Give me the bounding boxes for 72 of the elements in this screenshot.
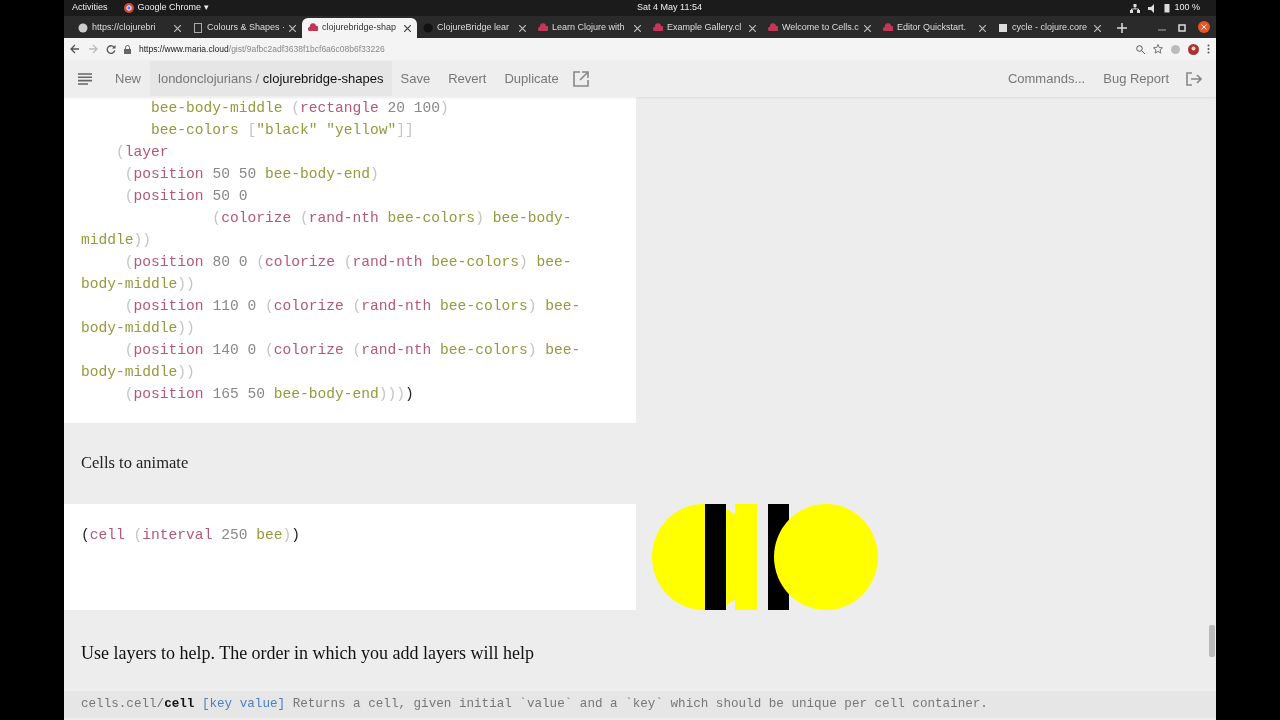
battery-icon [1164, 3, 1171, 13]
commands-button[interactable]: Commands... [998, 64, 1095, 93]
network-icon [1130, 3, 1141, 13]
code-line[interactable]: bee-colors ["black" "yellow"]] [81, 119, 619, 141]
cloud-icon [768, 23, 778, 33]
menu-icon[interactable] [78, 72, 92, 85]
code-line[interactable]: bee-body-middle (rectangle 20 100) [81, 97, 619, 119]
app-menu[interactable]: Google Chrome ▾ [137, 1, 209, 15]
code-line[interactable]: body-middle)) [81, 273, 619, 295]
close-icon[interactable] [1094, 24, 1101, 32]
browser-tab[interactable]: Welcome to Cells.c [762, 18, 877, 38]
code-line[interactable]: (position 80 0 (colorize (rand-nth bee-colors) bee- [81, 251, 619, 273]
code-line[interactable]: (layer [81, 141, 619, 163]
cloud-icon [883, 23, 893, 33]
code-line[interactable]: middle)) [81, 229, 619, 251]
cloud-icon [538, 23, 548, 33]
chrome-icon [123, 3, 134, 13]
close-icon[interactable] [634, 24, 641, 32]
star-icon[interactable] [1153, 44, 1163, 54]
new-button[interactable]: New [106, 64, 150, 93]
browser-tab[interactable]: clojurebridge-shap [302, 18, 417, 38]
circle-icon [423, 23, 433, 33]
browser-tab[interactable]: Example Gallery.cl [647, 18, 762, 38]
section-heading: Cells to animate [80, 452, 190, 474]
reload-icon[interactable] [106, 44, 116, 54]
doc-text: cells.cell/cell [key value] Returns a cell, given initial `value` and a `key` which should be unique per cell container. [64, 690, 1216, 718]
revert-button[interactable]: Revert [439, 64, 496, 93]
save-button[interactable]: Save [391, 64, 440, 93]
close-icon[interactable] [1198, 21, 1210, 33]
code-line[interactable]: (position 110 0 (colorize (rand-nth bee-colors) bee- [81, 295, 619, 317]
code-line[interactable]: (position 50 0 [81, 185, 619, 207]
zoom-icon[interactable] [1136, 44, 1145, 54]
code-line[interactable]: (colorize (rand-nth bee-colors) bee-body- [81, 207, 619, 229]
cloud-icon [308, 23, 318, 33]
paragraph: Use layers to help. The order in which you add layers will help [80, 641, 536, 665]
close-icon[interactable] [289, 24, 296, 32]
code-line[interactable]: body-middle)) [81, 361, 619, 383]
close-icon[interactable] [979, 24, 986, 32]
maximize-icon[interactable] [1178, 24, 1186, 32]
code-line[interactable]: body-middle)) [81, 317, 619, 339]
close-icon[interactable] [519, 24, 526, 32]
more-icon[interactable] [1207, 44, 1210, 54]
browser-tab[interactable]: cycle - clojure.core [992, 18, 1107, 38]
browser-tab[interactable]: Learn Clojure with [532, 18, 647, 38]
browser-tab[interactable]: Colours & Shapes · [187, 18, 302, 38]
code-line[interactable]: (position 50 50 bee-body-end) [81, 163, 619, 185]
lock-icon [124, 44, 131, 54]
document-icon [193, 23, 203, 33]
browser-tab[interactable]: Editor Quickstart. [877, 18, 992, 38]
external-link-icon[interactable] [572, 70, 589, 87]
sign-out-icon[interactable] [1186, 71, 1202, 86]
browser-tab[interactable]: https://clojurebri [72, 18, 187, 38]
page-icon [998, 23, 1008, 33]
bug-report-button[interactable]: Bug Report [1094, 64, 1178, 93]
activities-button[interactable]: Activities [72, 1, 108, 15]
close-icon[interactable] [749, 24, 756, 32]
avatar-icon[interactable] [1188, 43, 1199, 55]
duplicate-button[interactable]: Duplicate [495, 64, 568, 93]
document-path[interactable]: londonclojurians / clojurebridge-shapes [150, 60, 392, 97]
close-icon[interactable] [864, 24, 871, 32]
close-icon[interactable] [174, 24, 181, 32]
globe-icon [78, 23, 88, 33]
code-line[interactable]: (position 165 50 bee-body-end)))) [81, 383, 619, 405]
cloud-icon [653, 23, 663, 33]
battery-level: 100 % [1174, 1, 1200, 15]
close-icon[interactable] [404, 24, 411, 32]
browser-tab[interactable]: ClojureBridge lear [417, 18, 532, 38]
scrollbar-thumb[interactable] [1209, 625, 1215, 657]
new-tab-icon[interactable] [1117, 23, 1127, 33]
back-icon[interactable] [70, 44, 80, 54]
clock[interactable]: Sat 4 May 11:54 [637, 2, 702, 13]
code-line[interactable]: (position 140 0 (colorize (rand-nth bee-colors) bee- [81, 339, 619, 361]
